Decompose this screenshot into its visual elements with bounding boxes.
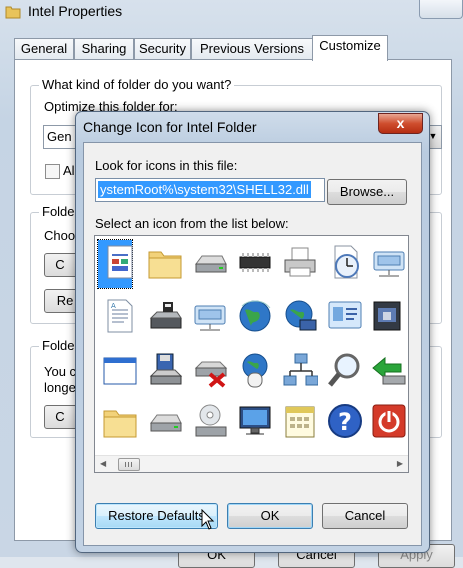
tab-security[interactable]: Security (134, 38, 191, 60)
icon-option[interactable] (143, 348, 187, 392)
icon-option[interactable] (278, 294, 322, 338)
icon-option[interactable] (278, 399, 322, 443)
icon-list-horizontal-scrollbar[interactable]: ◀ ▶ (95, 455, 408, 472)
icon-option[interactable] (188, 240, 232, 284)
dialog-close-button[interactable]: x (378, 113, 423, 134)
blank-document-icon (107, 245, 133, 279)
floppy-drive-icon (149, 353, 183, 385)
display-properties-icon (328, 301, 362, 329)
text-document-icon: A (107, 299, 133, 333)
icon-option[interactable] (367, 240, 411, 284)
mouse-cursor-icon (201, 509, 215, 530)
clock-icon (334, 245, 359, 279)
look-for-icons-label: Look for icons in this file: (95, 158, 238, 173)
drive-with-lock-icon (149, 302, 182, 329)
network-icon (283, 353, 318, 386)
folder-icon (148, 251, 182, 279)
tab-previous-versions[interactable]: Previous Versions (191, 38, 313, 60)
tab-sharing[interactable]: Sharing (74, 38, 134, 60)
calendar-icon (285, 406, 315, 438)
icon-option[interactable] (233, 240, 277, 284)
help-icon: ? (328, 404, 362, 438)
folder-icon (5, 6, 21, 19)
folder-icons-group-label: Folde (39, 338, 78, 353)
icon-option[interactable] (188, 399, 232, 443)
icon-description-line2: longe (44, 380, 76, 395)
icon-option[interactable] (278, 348, 322, 392)
magnifier-icon (328, 353, 360, 387)
scrollbar-thumb[interactable] (118, 458, 140, 471)
icon-option[interactable] (278, 240, 322, 284)
monitor-icon (239, 406, 271, 435)
drive-icon (195, 255, 227, 273)
icon-option[interactable] (233, 294, 277, 338)
ok-button[interactable]: OK (227, 503, 313, 529)
power-icon (372, 404, 406, 438)
svg-text:A: A (111, 302, 116, 310)
icon-option[interactable] (143, 294, 187, 338)
close-icon: x (396, 115, 405, 131)
folder-pictures-group-label: Folde (39, 204, 78, 219)
properties-window-title: Intel Properties (28, 3, 123, 19)
icon-option[interactable]: ? (323, 399, 367, 443)
icon-option[interactable] (143, 240, 187, 284)
scroll-right-arrow-icon[interactable]: ▶ (397, 459, 403, 468)
tab-general[interactable]: General (14, 38, 74, 60)
icon-description-line1: You c (44, 364, 77, 379)
green-arrow-icon (372, 356, 406, 385)
icon-option[interactable] (97, 239, 133, 289)
icon-option[interactable] (367, 399, 411, 443)
browse-button[interactable]: Browse... (327, 179, 407, 205)
icon-file-path-value: ystemRoot%\system32\SHELL32.dll (98, 181, 311, 198)
folder-icon (103, 410, 137, 438)
folder-type-group-label: What kind of folder do you want? (39, 77, 235, 92)
printer-icon (284, 247, 316, 277)
icon-option[interactable] (233, 348, 277, 392)
icon-option[interactable] (323, 294, 367, 338)
icon-option[interactable] (98, 399, 142, 443)
scroll-left-arrow-icon[interactable]: ◀ (100, 459, 106, 468)
icon-list[interactable]: A? ◀ ▶ (94, 235, 409, 473)
network-drive-icon (373, 251, 405, 277)
cd-drive-icon (195, 404, 227, 437)
icon-file-path-input[interactable]: ystemRoot%\system32\SHELL32.dll (95, 178, 325, 202)
svg-text:?: ? (338, 408, 352, 436)
icon-option[interactable] (233, 399, 277, 443)
restore-defaults-button[interactable]: Restore Defaults (95, 503, 218, 529)
memory-chip-icon (239, 253, 271, 272)
dark-window-icon (373, 301, 401, 331)
dialog-title: Change Icon for Intel Folder (83, 119, 257, 135)
tab-customize[interactable]: Customize (312, 35, 388, 61)
properties-titlebar: Intel Properties (0, 0, 463, 26)
icon-option[interactable] (323, 240, 367, 284)
select-icon-label: Select an icon from the list below: (95, 216, 289, 231)
icon-option[interactable] (188, 348, 232, 392)
icon-option[interactable] (323, 348, 367, 392)
cancel-button[interactable]: Cancel (322, 503, 408, 529)
icon-option[interactable]: A (98, 294, 142, 338)
globe-mouse-icon (242, 353, 268, 388)
network-globe-icon (285, 300, 317, 331)
also-apply-checkbox[interactable] (45, 164, 60, 179)
drive-error-icon (194, 361, 228, 388)
icon-option[interactable] (143, 399, 187, 443)
network-drive-icon (194, 305, 226, 331)
icon-option[interactable] (98, 348, 142, 392)
properties-close-button[interactable] (419, 0, 463, 19)
icon-option[interactable] (367, 348, 411, 392)
icon-option[interactable] (188, 294, 232, 338)
icon-option[interactable] (367, 294, 411, 338)
drive-icon (150, 414, 182, 432)
choose-file-label: Choo (44, 228, 76, 243)
also-apply-label: Al (63, 163, 75, 178)
globe-icon (239, 300, 271, 332)
window-icon (103, 357, 137, 385)
